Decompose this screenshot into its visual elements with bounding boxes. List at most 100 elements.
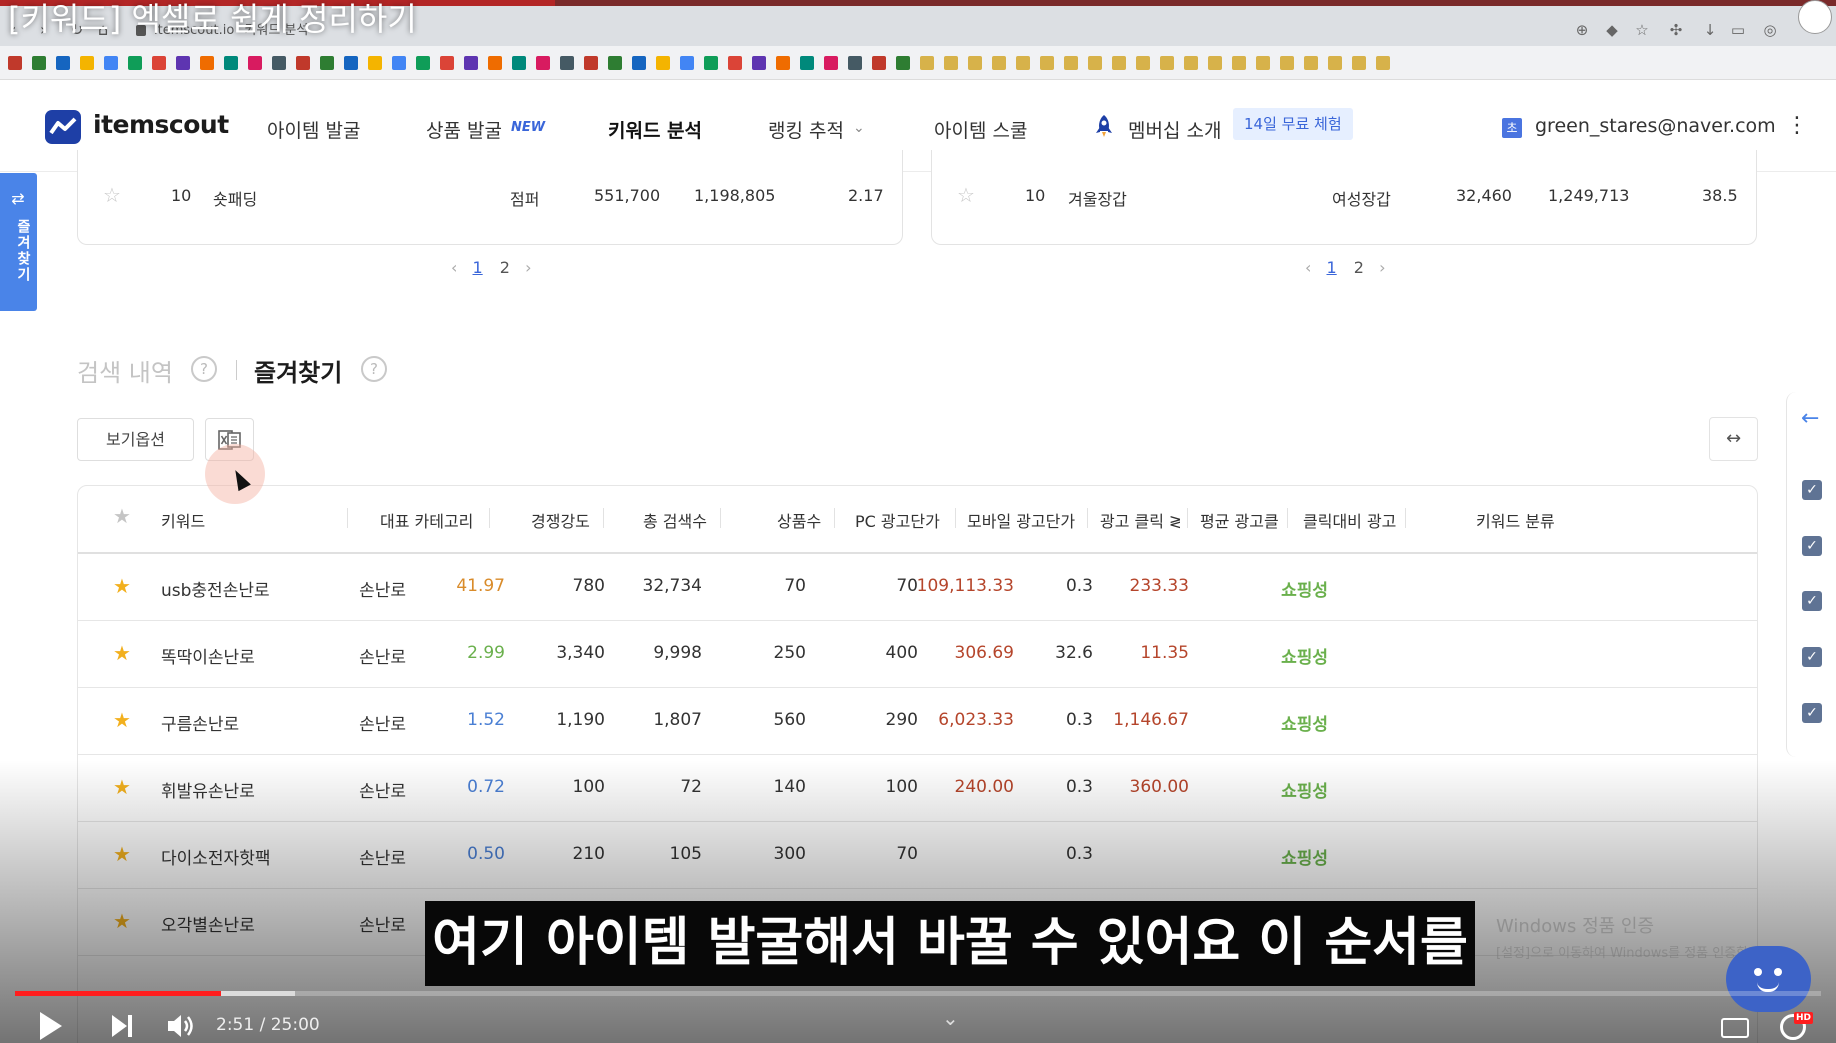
column-checkbox[interactable]: ✓ (1802, 647, 1822, 667)
cell-keyword[interactable]: 똑딱이손난로 (161, 643, 255, 668)
bookmark-favicon-icon[interactable] (1160, 56, 1174, 70)
bookmark-favicon-icon[interactable] (968, 56, 982, 70)
bookmark-favicon-icon[interactable] (920, 56, 934, 70)
star-outline-icon[interactable]: ☆ (957, 183, 975, 207)
volume-icon[interactable] (166, 1012, 196, 1040)
bookmark-star-icon[interactable]: ☆ (1634, 22, 1650, 38)
nav-item-membership[interactable]: 멤버십 소개 (1128, 116, 1221, 143)
star-filled-icon[interactable]: ★ (113, 708, 131, 732)
bookmark-favicon-icon[interactable] (8, 56, 22, 70)
bookmark-favicon-icon[interactable] (296, 56, 310, 70)
star-filled-icon[interactable]: ★ (113, 775, 131, 799)
table-row[interactable]: ★ 똑딱이손난로 손난로 2.99 3,340 9,998 250 400 306.69 32.6… (78, 621, 1757, 688)
bookmark-favicon-icon[interactable] (80, 56, 94, 70)
bookmark-favicon-icon[interactable] (632, 56, 646, 70)
star-filled-icon[interactable]: ★ (113, 574, 131, 598)
clock-icon[interactable] (1798, 0, 1832, 34)
free-trial-badge[interactable]: 14일 무료 체험 (1233, 108, 1353, 140)
bookmark-favicon-icon[interactable] (1280, 56, 1294, 70)
next-page-icon[interactable]: › (525, 258, 531, 277)
bookmark-favicon-icon[interactable] (1232, 56, 1246, 70)
bookmark-favicon-icon[interactable] (368, 56, 382, 70)
mini-keyword[interactable]: 겨울장갑 (1068, 186, 1127, 210)
more-menu-icon[interactable]: ⋮ (1786, 113, 1808, 138)
cell-keyword[interactable]: usb충전손난로 (161, 576, 270, 601)
chevron-down-icon[interactable]: ⌄ (942, 1006, 959, 1030)
nav-item-school[interactable]: 아이템 스쿨 (934, 116, 1027, 143)
bookmark-favicon-icon[interactable] (440, 56, 454, 70)
bookmark-favicon-icon[interactable] (896, 56, 910, 70)
cell-keyword[interactable]: 구름손난로 (161, 710, 239, 735)
prev-page-icon[interactable]: ‹ (451, 258, 457, 277)
bookmark-favicon-icon[interactable] (776, 56, 790, 70)
tab-favorites[interactable]: 즐겨찾기 (254, 353, 342, 388)
column-checkbox[interactable]: ✓ (1802, 480, 1822, 500)
star-filled-icon[interactable]: ★ (113, 842, 131, 866)
bookmark-favicon-icon[interactable] (608, 56, 622, 70)
cell-keyword[interactable]: 다이소전자핫팩 (161, 844, 270, 869)
bookmark-favicon-icon[interactable] (728, 56, 742, 70)
bookmark-favicon-icon[interactable] (1376, 56, 1390, 70)
table-row[interactable]: ★ 휘발유손난로 손난로 0.72 100 72 140 100 240.00 0.3 360.00… (78, 755, 1757, 822)
help-icon[interactable]: ? (361, 356, 387, 382)
favorites-side-tab[interactable]: ⇄ 즐겨찾기 (0, 173, 37, 311)
col-category[interactable]: 대표 카테고리 (380, 508, 485, 532)
bookmark-favicon-icon[interactable] (944, 56, 958, 70)
bookmark-favicon-icon[interactable] (416, 56, 430, 70)
bookmark-favicon-icon[interactable] (56, 56, 70, 70)
table-row[interactable]: ★ 구름손난로 손난로 1.52 1,190 1,807 560 290 6,023.33 0.3… (78, 688, 1757, 755)
bookmark-favicon-icon[interactable] (320, 56, 334, 70)
bookmark-favicon-icon[interactable] (32, 56, 46, 70)
col-products[interactable]: 상품수 (777, 508, 832, 532)
nav-item-keyword[interactable]: 키워드 분석 (608, 116, 702, 143)
chat-bot-icon[interactable] (1726, 946, 1811, 1012)
col-mobile-ad-price[interactable]: 모바일 광고단가 (967, 508, 1087, 532)
bookmark-favicon-icon[interactable] (152, 56, 166, 70)
logo-icon[interactable] (45, 110, 81, 144)
bookmark-favicon-icon[interactable] (200, 56, 214, 70)
bookmark-favicon-icon[interactable] (992, 56, 1006, 70)
bookmark-favicon-icon[interactable] (128, 56, 142, 70)
bookmark-favicon-icon[interactable] (1352, 56, 1366, 70)
bookmark-favicon-icon[interactable] (872, 56, 886, 70)
logo-text[interactable]: itemscout (93, 110, 229, 139)
bookmark-favicon-icon[interactable] (1064, 56, 1078, 70)
page-link[interactable]: 2 (500, 258, 510, 277)
column-checkbox[interactable]: ✓ (1802, 591, 1822, 611)
nav-item-ranking[interactable]: 랭킹 추적 (768, 116, 844, 143)
bookmark-favicon-icon[interactable] (1208, 56, 1222, 70)
col-avg-ad-clicks[interactable]: 평균 광고클 (1200, 508, 1284, 532)
user-email[interactable]: green_stares@naver.com (1535, 115, 1776, 137)
star-filled-icon[interactable]: ★ (113, 909, 131, 933)
star-outline-icon[interactable]: ☆ (103, 183, 121, 207)
bookmark-favicon-icon[interactable] (464, 56, 478, 70)
cell-keyword[interactable]: 휘발유손난로 (161, 777, 255, 802)
expand-width-button[interactable]: ↔ (1709, 417, 1758, 461)
arrow-left-icon[interactable]: ← (1801, 406, 1819, 431)
play-icon[interactable] (40, 1012, 62, 1040)
bookmark-favicon-icon[interactable] (1184, 56, 1198, 70)
bookmark-favicon-icon[interactable] (392, 56, 406, 70)
star-filled-icon[interactable]: ★ (113, 641, 131, 665)
next-page-icon[interactable]: › (1379, 258, 1385, 277)
help-icon[interactable]: ? (191, 356, 217, 382)
bookmark-favicon-icon[interactable] (680, 56, 694, 70)
bookmark-favicon-icon[interactable] (1136, 56, 1150, 70)
col-keyword-type[interactable]: 키워드 분류 (1476, 508, 1576, 532)
view-options-button[interactable]: 보기옵션 (77, 418, 194, 461)
column-checkbox[interactable]: ✓ (1802, 703, 1822, 723)
bookmark-favicon-icon[interactable] (800, 56, 814, 70)
bookmark-favicon-icon[interactable] (1016, 56, 1030, 70)
bookmark-favicon-icon[interactable] (752, 56, 766, 70)
camera-icon[interactable]: ◎ (1762, 22, 1778, 38)
next-video-icon[interactable] (110, 1013, 134, 1039)
col-ad-clicks[interactable]: 광고 클릭 ≷ (1100, 508, 1180, 532)
subtitles-icon[interactable] (1721, 1018, 1749, 1038)
bookmark-favicon-icon[interactable] (1088, 56, 1102, 70)
bookmark-favicon-icon[interactable] (560, 56, 574, 70)
col-competition[interactable]: 경쟁강도 (531, 508, 601, 532)
bookmark-favicon-icon[interactable] (488, 56, 502, 70)
nav-item-discover[interactable]: 아이템 발굴 (267, 116, 360, 143)
bookmark-favicon-icon[interactable] (224, 56, 238, 70)
bookmark-favicon-icon[interactable] (1256, 56, 1270, 70)
